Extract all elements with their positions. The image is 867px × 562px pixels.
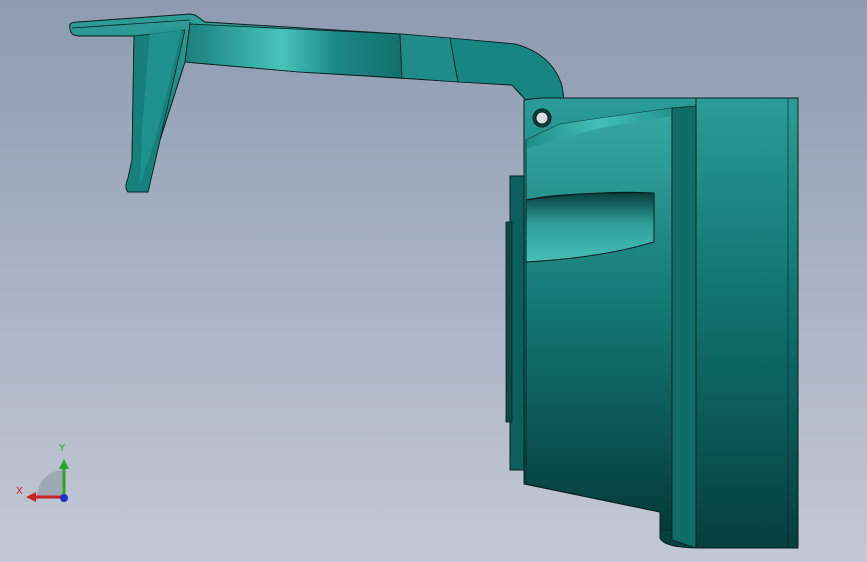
x-axis-label: X: [16, 486, 23, 497]
triad-plane-shading: [37, 470, 64, 497]
model-render[interactable]: [0, 0, 867, 562]
y-axis-label: Y: [59, 443, 66, 454]
y-axis-arrowhead: [59, 459, 69, 469]
lens-ring[interactable]: [505, 175, 527, 471]
handle-arm[interactable]: [69, 13, 565, 193]
main-housing[interactable]: [523, 97, 799, 549]
graphics-viewport[interactable]: X Y: [0, 0, 867, 562]
x-axis-arrowhead: [26, 492, 36, 502]
z-axis-dot: [60, 494, 68, 502]
view-orientation-triad: [26, 459, 69, 502]
pivot-pin[interactable]: [532, 108, 552, 128]
